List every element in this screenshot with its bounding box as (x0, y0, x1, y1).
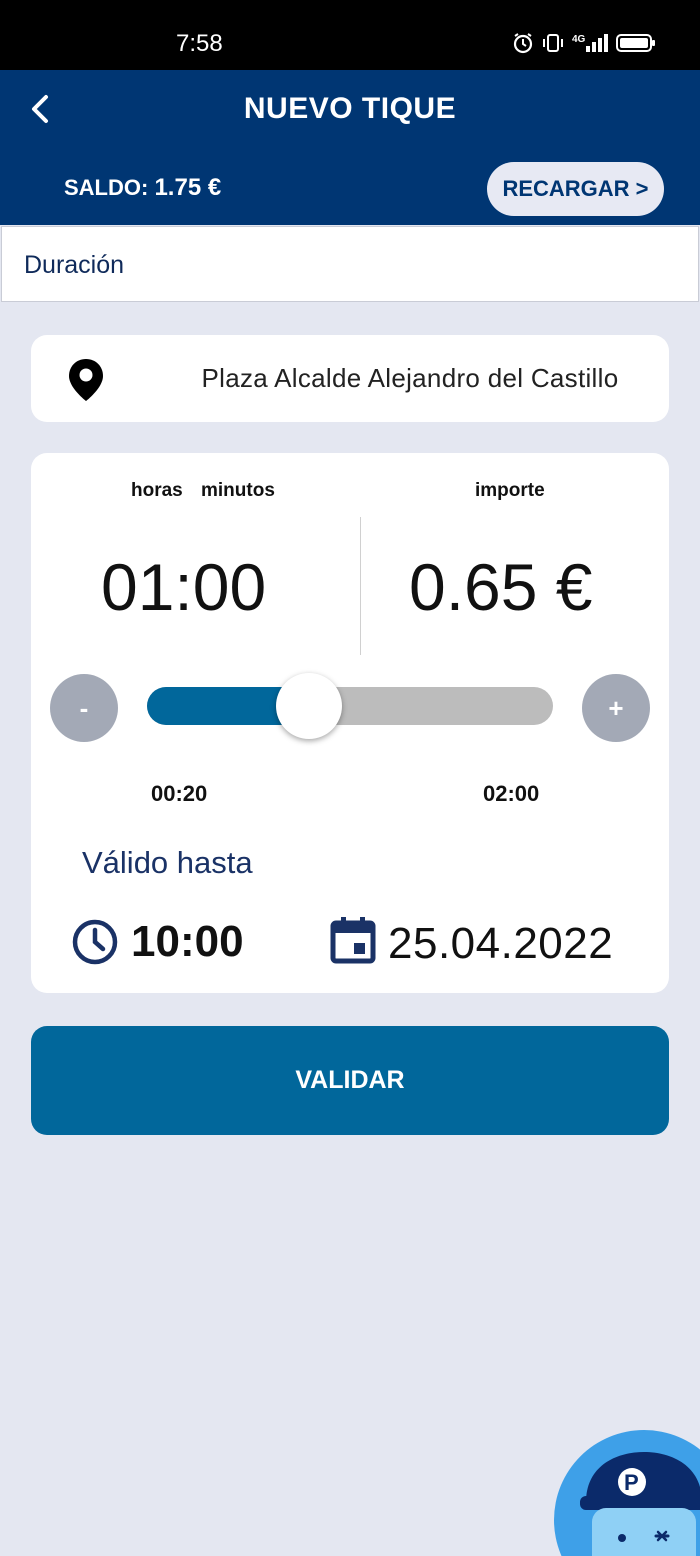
assistant-mascot-button[interactable]: P (554, 1430, 700, 1556)
slider-max-label: 02:00 (483, 781, 540, 806)
app-header: NUEVO TIQUE SALDO: 1.75 € RECARGAR > (0, 70, 700, 225)
duration-section-header: Duración (1, 226, 699, 302)
valid-until-label: Válido hasta (82, 845, 253, 880)
svg-text:4G: 4G (572, 34, 586, 45)
location-name: Plaza Alcalde Alejandro del Castillo (201, 363, 619, 393)
svg-text:P: P (624, 1470, 639, 1495)
status-bar: 7:58 4G (0, 0, 700, 70)
balance: SALDO: 1.75 € (64, 174, 221, 202)
location-card[interactable]: Plaza Alcalde Alejandro del Castillo (31, 335, 669, 422)
page-title: NUEVO TIQUE (243, 92, 457, 125)
minutes-label: minutos (201, 480, 275, 501)
price-value: 0.65 € (409, 550, 593, 624)
duration-value: 01:00 (101, 550, 267, 624)
valid-until-date: 25.04.2022 (388, 919, 614, 968)
slider-min-label: 00:20 (151, 781, 208, 806)
status-icons: 4G (512, 32, 656, 54)
duration-slider-track[interactable] (147, 687, 553, 725)
decrease-duration-button[interactable]: - (50, 674, 118, 742)
increase-duration-button[interactable]: + (582, 674, 650, 742)
valid-until-time: 10:00 (131, 917, 244, 966)
signal-4g-icon: 4G (572, 34, 608, 52)
status-time: 7:58 (176, 30, 223, 57)
vibrate-icon (543, 34, 563, 52)
recharge-button[interactable]: RECARGAR > (487, 162, 664, 216)
price-label: importe (475, 480, 545, 501)
balance-label: SALDO: (64, 175, 149, 200)
battery-icon (616, 34, 655, 52)
divider (360, 517, 361, 655)
mascot-icon: P (580, 1452, 700, 1556)
balance-value: 1.75 € (154, 174, 222, 201)
alarm-icon (513, 33, 533, 54)
location-pin-icon (69, 359, 103, 401)
validate-button[interactable]: VALIDAR (31, 1026, 669, 1135)
duration-section-label: Duración (24, 251, 125, 279)
hours-label: horas (131, 480, 183, 501)
duration-slider-thumb[interactable] (276, 673, 343, 739)
calendar-icon (330, 917, 376, 964)
clock-icon (72, 919, 118, 965)
ticket-card: horas minutos importe 01:00 0.65 € - + 0… (31, 453, 669, 993)
